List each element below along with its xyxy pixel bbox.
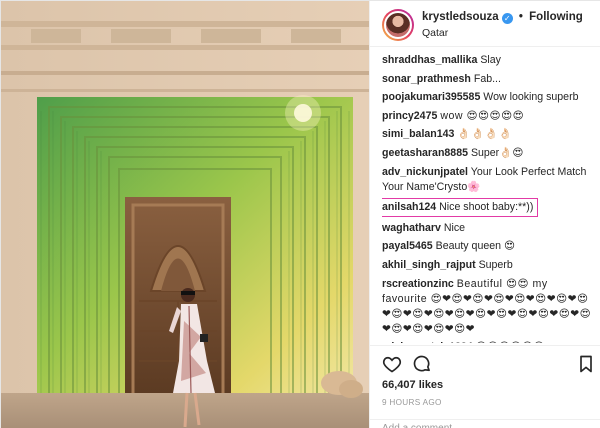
comment-list[interactable]: shraddhas_mallika Slay sonar_prathmesh F…: [382, 53, 596, 343]
comment-text: 😍😍😍😍😍😍: [476, 341, 545, 343]
likes-count[interactable]: 66,407 likes: [382, 379, 443, 391]
comment-item: adv_nickunjpatel Your Look Perfect Match…: [382, 165, 596, 195]
header-row: krystledsouza ✓ • Following: [422, 11, 583, 24]
post-side-panel: krystledsouza ✓ • Following Qatar shraddh…: [369, 1, 600, 428]
comment-item: simi_balan143 👌🏻👌🏻👌🏻👌🏻: [382, 127, 596, 142]
heart-icon[interactable]: [382, 354, 402, 374]
comment-username[interactable]: rscreationzinc: [382, 278, 454, 290]
comment-item: princy2475 wow 😍😍😍😍😍: [382, 109, 596, 124]
post-timestamp: 9 HOURS AGO: [382, 398, 442, 407]
comment-item: shraddhas_mallika Slay: [382, 53, 596, 68]
comment-username[interactable]: sonar_prathmesh: [382, 73, 471, 85]
verified-badge-icon: ✓: [501, 13, 513, 24]
comment-item: poojakumari395585 Wow looking superb: [382, 90, 596, 105]
comment-username[interactable]: payal5465: [382, 240, 433, 252]
comment-username[interactable]: shraddhas_mallika: [382, 54, 477, 66]
comment-text: Fab...: [473, 72, 501, 85]
add-comment-input[interactable]: Add a comment...: [370, 419, 600, 428]
comment-username[interactable]: anilsah124: [382, 201, 436, 213]
comment-item-highlighted: anilsah124 Nice shoot baby:**)): [382, 198, 538, 218]
comment-icon[interactable]: [412, 354, 432, 374]
comment-item: sonar_prathmesh Fab...: [382, 72, 596, 87]
comment-username[interactable]: adv_nickunjpatel: [382, 166, 468, 178]
location-link[interactable]: Qatar: [422, 27, 448, 39]
username-link[interactable]: krystledsouza: [422, 11, 499, 23]
following-button[interactable]: Following: [529, 11, 583, 23]
bookmark-icon[interactable]: [576, 354, 596, 374]
comment-text: Wow looking superb: [483, 91, 579, 104]
separator-dot: •: [518, 11, 523, 23]
comment-username[interactable]: akhil_singh_rajput: [382, 259, 476, 271]
comment-text: 👌🏻👌🏻👌🏻👌🏻: [457, 128, 513, 141]
comment-text: wow 😍😍😍😍😍: [440, 109, 525, 122]
instagram-post: krystledsouza ✓ • Following Qatar shraddh…: [0, 0, 600, 428]
comment-username[interactable]: poojakumari395585: [382, 91, 480, 103]
comment-item: payal5465 Beauty queen 😍: [382, 239, 596, 254]
comment-username[interactable]: waghatharv: [382, 222, 441, 234]
comment-text: Super👌🏻😍: [470, 146, 524, 159]
comment-text: Beauty queen 😍: [435, 240, 515, 253]
comment-text: Superb: [478, 258, 513, 271]
comment-item: rscreationzinc Beautiful 😍😍 my favourite…: [382, 277, 596, 337]
comment-text: Slay: [480, 54, 501, 66]
post-actions: 66,407 likes 9 HOURS AGO Add a comment..…: [370, 345, 600, 428]
comment-username[interactable]: geetasharan8885: [382, 147, 468, 159]
comment-item: geetasharan8885 Super👌🏻😍: [382, 146, 596, 161]
post-header: krystledsouza ✓ • Following Qatar: [370, 1, 600, 47]
comment-text: Nice: [443, 221, 466, 234]
avatar[interactable]: [382, 9, 414, 41]
comment-item: akhil_singh_rajput Superb: [382, 258, 596, 273]
building-photo-image: [1, 1, 369, 428]
comment-item-partial: mishe_patel_1234 😍😍😍😍😍😍: [382, 340, 596, 343]
comment-username[interactable]: simi_balan143: [382, 128, 454, 140]
comment-item: waghatharv Nice: [382, 221, 596, 236]
post-photo[interactable]: [1, 1, 369, 428]
avatar-image: [384, 11, 412, 39]
comment-text: Nice shoot baby:**)): [439, 201, 534, 214]
comment-username[interactable]: mishe_patel_1234: [382, 341, 473, 343]
comment-username[interactable]: princy2475: [382, 110, 437, 122]
